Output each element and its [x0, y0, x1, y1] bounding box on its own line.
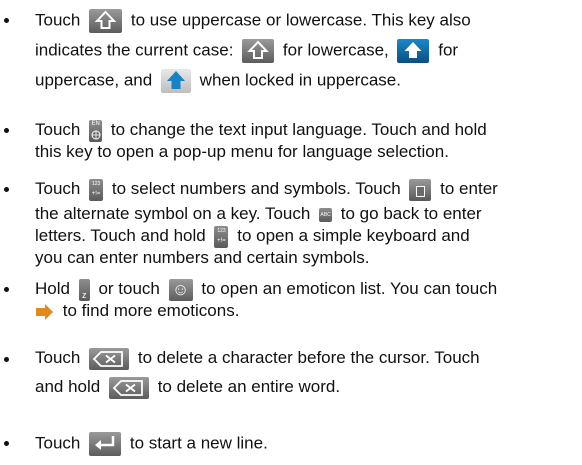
shift-locked-icon	[160, 69, 191, 93]
shift-uppercase-icon	[397, 39, 430, 63]
instructions-list: Touch to use uppercase or lowercase. Thi…	[0, 0, 582, 465]
language-key-icon: EN	[89, 119, 103, 142]
bullet	[4, 187, 9, 192]
alternate-symbol-key-icon	[409, 178, 432, 201]
bullet	[4, 441, 9, 446]
symbol-key-icon: 123 +!=	[89, 178, 104, 201]
abc-key-icon: ABC	[319, 207, 333, 222]
shift-key-icon	[89, 9, 123, 33]
shift-lowercase-icon	[242, 39, 275, 63]
more-arrow-icon	[35, 303, 54, 320]
bullet	[4, 287, 9, 292]
enter-key-icon	[89, 432, 122, 456]
bullet	[4, 128, 9, 133]
symbol-key-icon: 123 +!=	[214, 225, 229, 248]
delete-key-icon	[108, 376, 149, 399]
bullet	[4, 357, 9, 362]
delete-key-icon	[89, 347, 130, 370]
emoticon-key-icon: ☺	[168, 278, 193, 301]
z-key-icon: z	[78, 278, 90, 301]
bullet	[4, 18, 9, 23]
